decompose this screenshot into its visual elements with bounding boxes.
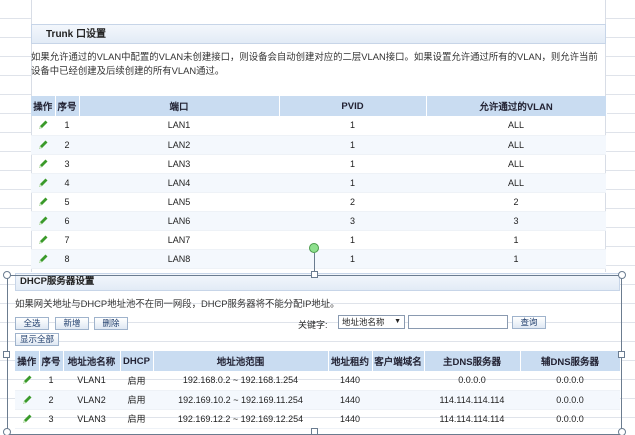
cell-pvid: 1 [279,173,426,193]
cell-allowed-vlan: 1 [426,249,606,269]
table-row: 5 LAN5 2 2 [31,192,606,212]
col-port: 端口 [79,96,280,116]
cell-pvid: 1 [279,154,426,174]
resize-handle-top[interactable] [311,271,318,278]
resize-handle-bottom-left[interactable] [3,428,11,435]
cell-pvid: 1 [279,116,426,136]
table-row: 1 LAN1 1 ALL [31,116,606,136]
resize-handle-top-left[interactable] [3,271,11,279]
col-action: 操作 [31,96,56,116]
cell-port: LAN2 [79,135,279,155]
resize-handle-right[interactable] [618,351,625,358]
trunk-table: 操作 序号 端口 PVID 允许通过的VLAN 1 LAN1 1 ALL 2 LAN2 1 A… [31,96,607,269]
cell-allowed-vlan: ALL [426,173,606,193]
cell-pvid: 1 [279,230,426,250]
cell-port: LAN5 [79,192,279,212]
cell-allowed-vlan: 2 [426,192,606,212]
cell-allowed-vlan: ALL [426,116,606,136]
resize-handle-top-right[interactable] [618,271,626,279]
cell-index: 1 [55,116,79,136]
cell-port: LAN7 [79,230,279,250]
cell-port: LAN6 [79,211,279,231]
cell-index: 4 [55,173,79,193]
cell-index: 5 [55,192,79,212]
col-pvid: PVID [279,96,427,116]
cell-index: 6 [55,211,79,231]
col-index: 序号 [55,96,80,116]
edit-pencil-icon[interactable] [31,249,55,269]
trunk-header-row: 操作 序号 端口 PVID 允许通过的VLAN [31,96,607,116]
cell-port: LAN4 [79,173,279,193]
edit-pencil-icon[interactable] [31,211,55,231]
cell-index: 7 [55,230,79,250]
cell-allowed-vlan: ALL [426,154,606,174]
cell-index: 8 [55,249,79,269]
cell-port: LAN3 [79,154,279,174]
edit-pencil-icon[interactable] [31,192,55,212]
cell-pvid: 3 [279,211,426,231]
table-row: 2 LAN2 1 ALL [31,135,606,155]
cell-index: 2 [55,135,79,155]
resize-handle-bottom[interactable] [311,428,318,435]
cell-port: LAN1 [79,116,279,136]
cell-port: LAN8 [79,249,279,269]
resize-handle-left[interactable] [3,351,10,358]
edit-pencil-icon[interactable] [31,154,55,174]
cell-allowed-vlan: ALL [426,135,606,155]
edit-pencil-icon[interactable] [31,230,55,250]
cell-pvid: 1 [279,249,426,269]
cell-pvid: 2 [279,192,426,212]
edit-pencil-icon[interactable] [31,135,55,155]
trunk-section-title: Trunk 口设置 [31,24,606,44]
table-row: 8 LAN8 1 1 [31,249,606,269]
cell-allowed-vlan: 3 [426,211,606,231]
selection-frame [7,275,622,435]
col-allowed-vlan: 允许通过的VLAN [426,96,607,116]
table-row: 4 LAN4 1 ALL [31,173,606,193]
cell-pvid: 1 [279,135,426,155]
table-row: 6 LAN6 3 3 [31,211,606,231]
resize-handle-bottom-right[interactable] [618,428,626,435]
edit-pencil-icon[interactable] [31,116,55,136]
rotation-line [314,253,315,271]
cell-index: 3 [55,154,79,174]
trunk-description: 如果允许通过的VLAN中配置的VLAN未创建接口，则设备会自动创建对应的二层VL… [31,51,598,76]
edit-pencil-icon[interactable] [31,173,55,193]
cell-allowed-vlan: 1 [426,230,606,250]
rotate-handle[interactable] [309,243,319,253]
table-row: 3 LAN3 1 ALL [31,154,606,174]
